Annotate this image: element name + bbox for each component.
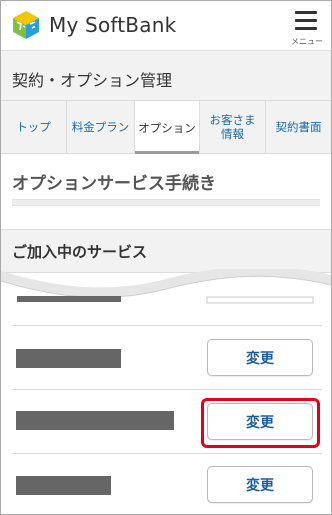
row-divider: [12, 389, 322, 390]
page-title: 契約・オプション管理: [12, 71, 173, 90]
tab-label: オプション: [138, 120, 196, 135]
tab-label: トップ: [16, 120, 51, 134]
app-title: My SoftBank: [49, 13, 177, 37]
row-divider: [12, 325, 322, 326]
section-divider: [12, 199, 320, 206]
current-services-header: ご加入中のサービス: [1, 229, 331, 273]
change-button[interactable]: 変更: [207, 466, 313, 503]
tab-label: 料金プラン: [71, 120, 130, 134]
app-header: My SoftBank メニュー: [1, 1, 331, 50]
phone-screen: My SoftBank メニュー 契約・オプション管理 トップ 料金プラン オプ…: [0, 0, 332, 515]
tab-contract-docs[interactable]: 契約書面: [266, 101, 331, 153]
tab-top[interactable]: トップ: [1, 101, 67, 153]
redacted-service-name: [16, 411, 174, 430]
tab-option[interactable]: オプション: [135, 101, 200, 154]
row-divider: [12, 453, 322, 454]
tab-customer-info[interactable]: お客さま 情報: [200, 101, 266, 153]
tab-label: お客さま 情報: [209, 113, 256, 141]
softbank-logo-icon[interactable]: [10, 9, 42, 41]
tab-plan[interactable]: 料金プラン: [67, 101, 135, 153]
redacted-service-name: [16, 349, 121, 368]
redacted-service-name: [16, 476, 111, 495]
section-title: オプションサービス手続き: [12, 174, 216, 194]
tab-bar: トップ 料金プラン オプション お客さま 情報 契約書面: [1, 100, 331, 154]
menu-button[interactable]: メニュー: [289, 7, 325, 46]
change-button[interactable]: 変更: [207, 339, 313, 376]
omitted-content-wave: [1, 269, 331, 319]
current-services-title: ご加入中のサービス: [12, 243, 148, 261]
menu-label: メニュー: [291, 37, 323, 46]
highlight-frame: [201, 398, 320, 448]
tab-label: 契約書面: [275, 120, 322, 134]
page-title-bar: 契約・オプション管理: [1, 50, 331, 101]
